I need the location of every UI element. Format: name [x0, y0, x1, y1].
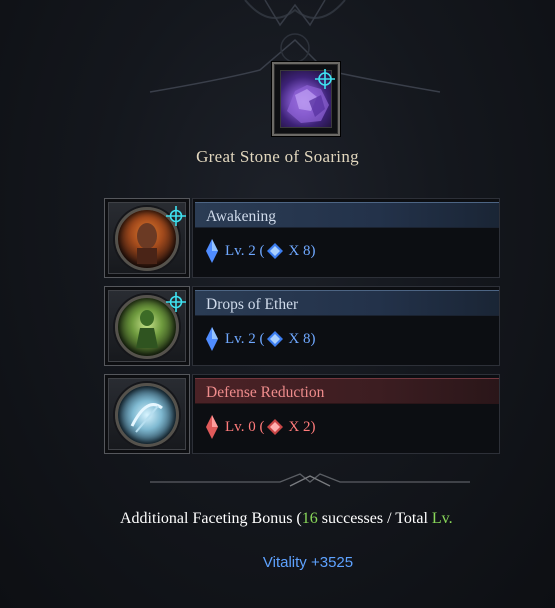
multiplier: X 2 [288, 418, 311, 435]
bonus-success-count: 16 [301, 510, 318, 527]
item-name: Great Stone of Soaring [196, 147, 359, 166]
bonus-total-level: Lv. [431, 510, 453, 527]
paren-close: ) [310, 330, 316, 347]
defense-reduction-portrait-icon [115, 383, 179, 447]
blue-gem-icon [267, 243, 284, 259]
vitality-stat: Vitality +3525 [262, 554, 354, 571]
blue-gem-icon [267, 331, 284, 347]
level-label: Lv. 2 [225, 242, 256, 259]
engraving-info: Drops of Ether Lv. 2 ( X 8 ) [192, 286, 500, 366]
sparkle-badge-icon [166, 206, 186, 226]
engraving-name: Defense Reduction [206, 384, 325, 401]
multiplier: X 8 [288, 242, 311, 259]
level-label: Lv. 0 [225, 418, 256, 435]
engraving-row-defense-reduction[interactable]: Defense Reduction Lv. 0 ( X 2 ) [104, 374, 500, 454]
portrait-frame [104, 374, 190, 454]
engraving-info: Defense Reduction Lv. 0 ( X 2 ) [192, 374, 500, 454]
engraving-info: Awakening Lv. 2 ( X 8 ) [192, 198, 500, 278]
blue-crystal-icon [206, 239, 218, 263]
paren-close: ) [310, 418, 316, 435]
engraving-row-drops-of-ether[interactable]: Drops of Ether Lv. 2 ( X 8 ) [104, 286, 500, 366]
engraving-title-bar: Defense Reduction [195, 378, 499, 404]
engraving-level: Lv. 2 ( X 8 ) [205, 327, 316, 351]
red-crystal-icon [206, 415, 218, 439]
portrait-frame [104, 286, 190, 366]
divider-ornament [150, 473, 470, 487]
sparkle-badge-icon [315, 69, 335, 89]
paren-open: ( [255, 418, 265, 435]
multiplier: X 8 [288, 330, 311, 347]
bonus-prefix: Additional Faceting Bonus ( [120, 510, 302, 527]
engraving-row-awakening[interactable]: Awakening Lv. 2 ( X 8 ) [104, 198, 500, 278]
paren-open: ( [255, 242, 265, 259]
red-gem-icon [267, 419, 284, 435]
faceting-bonus-text: Additional Faceting Bonus (16 successes … [120, 510, 453, 528]
item-icon-frame[interactable] [272, 62, 340, 136]
engraving-level: Lv. 2 ( X 8 ) [205, 239, 316, 263]
engraving-name: Awakening [206, 208, 277, 225]
engraving-name: Drops of Ether [206, 296, 299, 313]
engraving-title-bar: Awakening [195, 202, 499, 228]
paren-close: ) [310, 242, 316, 259]
level-label: Lv. 2 [225, 330, 256, 347]
portrait-frame [104, 198, 190, 278]
blue-crystal-icon [206, 327, 218, 351]
engraving-level: Lv. 0 ( X 2 ) [205, 415, 316, 439]
sparkle-badge-icon [166, 292, 186, 312]
paren-open: ( [255, 330, 265, 347]
bonus-middle: successes / Total [317, 510, 432, 527]
engraving-title-bar: Drops of Ether [195, 290, 499, 316]
